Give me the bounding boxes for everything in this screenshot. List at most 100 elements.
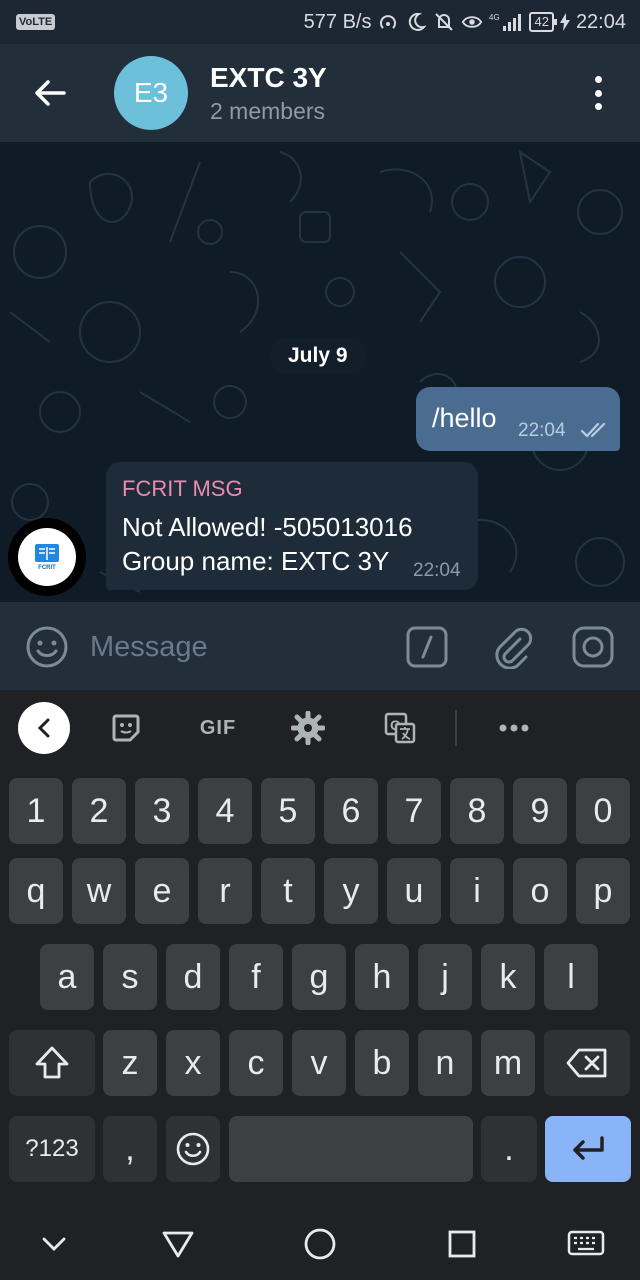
key-f[interactable]: f: [229, 944, 283, 1010]
volte-badge: VoLTE: [16, 14, 56, 30]
dot: [594, 76, 602, 83]
translate-button[interactable]: G: [378, 704, 422, 752]
key-g[interactable]: g: [292, 944, 346, 1010]
more-menu-button[interactable]: [586, 76, 610, 110]
key-m[interactable]: m: [481, 1030, 535, 1096]
fcrit-logo-label: FCRIT: [38, 565, 56, 571]
hotspot-icon: [377, 11, 399, 33]
key-1[interactable]: 1: [9, 778, 63, 844]
period-key[interactable]: .: [481, 1116, 537, 1182]
chat-title-block[interactable]: EXTC 3Y 2 members: [210, 62, 327, 125]
key-i[interactable]: i: [450, 858, 504, 924]
key-2[interactable]: 2: [72, 778, 126, 844]
backspace-key[interactable]: [544, 1030, 630, 1096]
key-o[interactable]: o: [513, 858, 567, 924]
key-q[interactable]: q: [9, 858, 63, 924]
key-7[interactable]: 7: [387, 778, 441, 844]
key-y[interactable]: y: [324, 858, 378, 924]
keyboard-collapse-button[interactable]: [18, 702, 70, 754]
bot-commands-button[interactable]: [404, 624, 450, 670]
key-v[interactable]: v: [292, 1030, 346, 1096]
nav-recents-button[interactable]: [440, 1222, 484, 1266]
key-6[interactable]: 6: [324, 778, 378, 844]
keyboard-toolbar: GIF G: [0, 690, 640, 768]
keyboard-settings-button[interactable]: [286, 704, 330, 752]
shift-key[interactable]: [9, 1030, 95, 1096]
key-h[interactable]: h: [355, 944, 409, 1010]
sticker-button[interactable]: [104, 704, 148, 752]
outgoing-message-text: /hello: [432, 403, 497, 433]
gif-button[interactable]: GIF: [190, 704, 246, 752]
emoji-key[interactable]: [166, 1116, 220, 1182]
key-8[interactable]: 8: [450, 778, 504, 844]
sticker-icon: [112, 714, 140, 742]
key-9[interactable]: 9: [513, 778, 567, 844]
key-t[interactable]: t: [261, 858, 315, 924]
chat-area[interactable]: July 9 /hello 22:04 FCRIT MSG Not Allowe…: [0, 142, 640, 602]
sender-avatar[interactable]: FCRIT: [8, 518, 86, 596]
key-u[interactable]: u: [387, 858, 441, 924]
key-c[interactable]: c: [229, 1030, 283, 1096]
key-w[interactable]: w: [72, 858, 126, 924]
more-options-button[interactable]: [490, 704, 538, 752]
key-5[interactable]: 5: [261, 778, 315, 844]
switch-keyboard-button[interactable]: [564, 1222, 608, 1266]
outgoing-message[interactable]: /hello 22:04: [416, 387, 620, 451]
group-avatar[interactable]: E3: [114, 56, 188, 130]
keyboard-icon: [567, 1230, 605, 1256]
charging-icon: [559, 11, 570, 33]
message-sender[interactable]: FCRIT MSG: [122, 476, 243, 502]
enter-key[interactable]: [545, 1116, 631, 1182]
space-key[interactable]: [229, 1116, 473, 1182]
message-line-1: Not Allowed! -505013016: [122, 512, 413, 542]
symbols-key[interactable]: ?123: [9, 1116, 95, 1182]
dot: [594, 89, 602, 97]
signal-icon: 4G: [489, 11, 523, 33]
key-a[interactable]: a: [40, 944, 94, 1010]
key-z[interactable]: z: [103, 1030, 157, 1096]
key-d[interactable]: d: [166, 944, 220, 1010]
key-s[interactable]: s: [103, 944, 157, 1010]
shift-arrow-icon: [35, 1046, 69, 1079]
camera-button[interactable]: [570, 624, 616, 670]
key-r[interactable]: r: [198, 858, 252, 924]
attach-button[interactable]: [488, 624, 534, 670]
key-p[interactable]: p: [576, 858, 630, 924]
key-3[interactable]: 3: [135, 778, 189, 844]
dot: [594, 103, 602, 110]
back-icon: [162, 1231, 194, 1258]
mute-icon: [433, 11, 455, 33]
hide-keyboard-icon: [42, 1237, 66, 1251]
key-k[interactable]: k: [481, 944, 535, 1010]
member-count: 2 members: [210, 97, 326, 124]
message-line-2: Group name: EXTC 3Y: [122, 546, 390, 576]
nav-home-button[interactable]: [298, 1222, 342, 1266]
gear-icon: [291, 711, 325, 745]
hide-keyboard-button[interactable]: [32, 1222, 76, 1266]
svg-text:4G: 4G: [489, 13, 500, 22]
arrow-left-icon: [35, 80, 66, 106]
key-l[interactable]: l: [544, 944, 598, 1010]
key-e[interactable]: e: [135, 858, 189, 924]
back-button[interactable]: [0, 44, 100, 142]
message-input[interactable]: [90, 626, 390, 668]
key-0[interactable]: 0: [576, 778, 630, 844]
comma-key[interactable]: ,: [103, 1116, 157, 1182]
backspace-icon: [566, 1048, 607, 1078]
nav-back-button[interactable]: [156, 1222, 200, 1266]
outgoing-message-time: 22:04: [518, 420, 566, 441]
emoji-button[interactable]: [24, 624, 70, 670]
incoming-message[interactable]: FCRIT MSG Not Allowed! -505013016 Group …: [106, 462, 478, 590]
key-4[interactable]: 4: [198, 778, 252, 844]
paperclip-icon: [495, 627, 532, 669]
navigation-bar: [0, 1206, 640, 1280]
translate-icon: G: [384, 712, 416, 744]
enter-arrow-icon: [573, 1136, 604, 1160]
key-b[interactable]: b: [355, 1030, 409, 1096]
key-j[interactable]: j: [418, 944, 472, 1010]
home-icon: [304, 1228, 336, 1260]
keyboard: GIF G 1 2 3 4 5 6 7 8 9 0 q w e r t y u …: [0, 690, 640, 1206]
chevron-left-icon: [37, 718, 50, 738]
key-n[interactable]: n: [418, 1030, 472, 1096]
key-x[interactable]: x: [166, 1030, 220, 1096]
